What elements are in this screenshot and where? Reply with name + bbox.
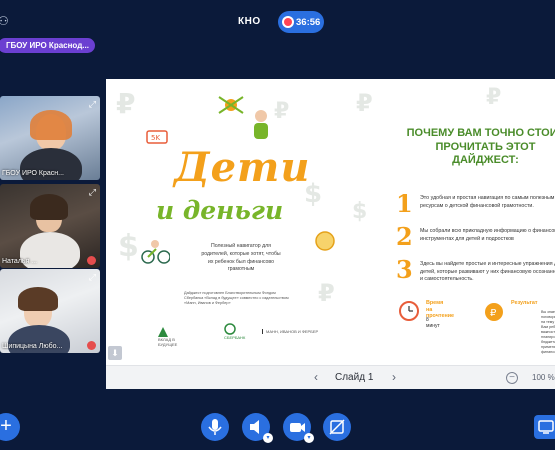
- ruble-doodle: ₽: [318, 279, 335, 307]
- dollar-doodle: $: [352, 199, 368, 224]
- participant-hair: [30, 110, 72, 140]
- slide-credits: Дайджест подготовлен Благотворительным Ф…: [184, 291, 289, 305]
- add-button[interactable]: +: [0, 413, 20, 441]
- banknote-icon: 5K: [146, 130, 168, 144]
- alarm-clock-icon: [399, 301, 419, 321]
- reason-text: Мы собрали всю прикладную информацию о ф…: [420, 228, 555, 242]
- chevron-down-icon[interactable]: ▾: [304, 433, 314, 443]
- download-icon[interactable]: ⬇: [108, 346, 122, 360]
- reason-text: Здесь вы найдете простые и интересные уп…: [420, 261, 555, 282]
- slide-navigation-bar: ‹ Слайд 1 › − 100 %: [106, 365, 555, 389]
- reason-item: 1 Это удобная и простая навигация по сам…: [396, 189, 555, 218]
- sberbank-logo: СБЕРБАНК: [224, 323, 252, 340]
- child-icon: [254, 110, 268, 139]
- timer-value: 36:56: [296, 16, 321, 28]
- speaker-button[interactable]: ▾: [242, 413, 273, 443]
- result-label: Результат: [511, 300, 538, 306]
- participant-name: ГБОУ ИРО Красн...: [2, 170, 64, 177]
- result-text: Вы знаете, как поговорить с ребенком на …: [541, 310, 555, 354]
- chevron-down-icon[interactable]: ▾: [263, 433, 273, 443]
- muted-mic-icon: [87, 341, 96, 350]
- chat-icon: [538, 420, 554, 434]
- recording-timer[interactable]: 36:56: [278, 11, 324, 33]
- prev-slide-button[interactable]: ‹: [314, 370, 318, 384]
- slide-counter[interactable]: Слайд 1: [335, 372, 373, 383]
- reason-item: 2 Мы собрали всю прикладную информацию о…: [396, 222, 555, 251]
- screen-share-button[interactable]: [323, 413, 351, 441]
- room-title: КНО: [238, 16, 261, 27]
- bicycle-icon: [141, 240, 170, 264]
- vklad-logo: ВКЛАД В БУДУЩЕЕ: [158, 327, 194, 347]
- muted-mic-icon: [87, 256, 96, 265]
- slide-right-title: ПОЧЕМУ ВАМ ТОЧНО СТОИТ ПРОЧИТАТЬ ЭТОТ ДА…: [406, 127, 555, 166]
- svg-text:5K: 5K: [151, 134, 160, 142]
- next-slide-button[interactable]: ›: [392, 370, 396, 384]
- ruble-doodle: ₽: [274, 99, 290, 124]
- slide-title-line2: и деньги: [156, 196, 284, 225]
- microphone-button[interactable]: [201, 413, 229, 441]
- reason-number: 1: [396, 189, 413, 218]
- participant-name: Наталья ...: [2, 258, 38, 265]
- drone-icon: [218, 96, 244, 114]
- coin-icon: [315, 231, 335, 251]
- ruble-doodle: ₽: [116, 87, 136, 120]
- reason-number: 3: [396, 255, 413, 284]
- video-tile[interactable]: ⤢ ГБОУ ИРО Красн...: [0, 96, 100, 180]
- zoom-level[interactable]: 100 %: [532, 373, 555, 382]
- camera-button[interactable]: ▾: [283, 413, 314, 443]
- presentation-slide: ₽ ₽ $ $ ₽ ₽ $ ₽ 5K Дети и деньги Полезны…: [106, 79, 555, 365]
- video-tile[interactable]: ⤢ Наталья ...: [0, 184, 100, 268]
- slide-title-line1: Дети: [174, 144, 311, 191]
- presentation-viewer[interactable]: ₽ ₽ $ $ ₽ ₽ $ ₽ 5K Дети и деньги Полезны…: [106, 79, 555, 389]
- participant-hair: [30, 194, 68, 220]
- zoom-out-icon[interactable]: −: [506, 372, 518, 384]
- svg-text:₽: ₽: [490, 308, 497, 319]
- user-icon[interactable]: ⚇: [0, 14, 9, 28]
- dollar-doodle: $: [118, 229, 139, 264]
- video-tile[interactable]: ⤢ Шипицына Любо...: [0, 269, 100, 353]
- money-bag-icon: ₽: [485, 303, 503, 321]
- reason-item: 3 Здесь вы найдете простые и интересные …: [396, 255, 555, 284]
- mif-logo: МАНН, ИВАНОВ И ФЕРБЕР: [262, 329, 322, 334]
- ruble-doodle: ₽: [356, 89, 373, 117]
- chat-button[interactable]: [534, 415, 555, 439]
- reading-time-value: 8 минут: [426, 317, 440, 329]
- screen-share-off-icon: [329, 419, 345, 435]
- ruble-doodle: ₽: [486, 85, 502, 110]
- expand-icon[interactable]: ⤢: [89, 99, 96, 110]
- record-icon: [284, 18, 292, 26]
- participant-name: Шипицына Любо...: [2, 343, 63, 350]
- reason-text: Это удобная и простая навигация по самым…: [420, 195, 555, 209]
- expand-icon[interactable]: ⤢: [89, 272, 96, 283]
- top-bar: ⚇ КНО 36:56: [0, 0, 555, 40]
- participant-hair: [18, 287, 58, 311]
- microphone-icon: [208, 419, 222, 435]
- reason-number: 2: [396, 222, 413, 251]
- host-name-tag[interactable]: ГБОУ ИРО Краснод...: [0, 38, 95, 53]
- slide-subtitle: Полезный навигатор для родителей, которы…: [201, 243, 281, 273]
- expand-icon[interactable]: ⤢: [89, 187, 96, 198]
